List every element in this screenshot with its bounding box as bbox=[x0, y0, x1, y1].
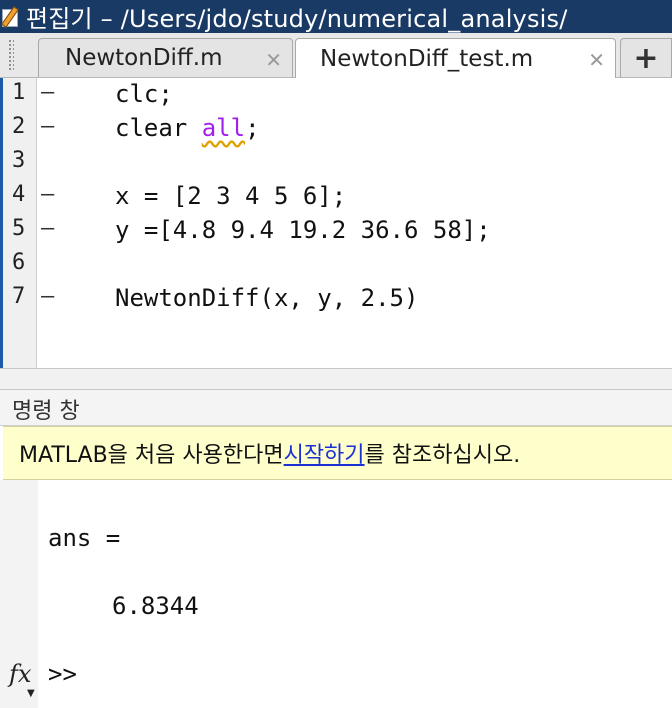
code-line[interactable]: 7 – NewtonDiff(x, y, 2.5) bbox=[3, 284, 672, 318]
code-text: clc; bbox=[115, 80, 173, 108]
window-title-bar: 편집기 – /Users/jdo/study/numerical_analysi… bbox=[0, 0, 672, 33]
breakpoint-marker[interactable]: – bbox=[41, 216, 54, 241]
code-line[interactable]: 5 – y =[4.8 9.4 19.2 36.6 58]; bbox=[3, 216, 672, 250]
line-number: 1 bbox=[12, 80, 26, 105]
code-line[interactable]: 2 – clear all; bbox=[3, 114, 672, 148]
panel-splitter[interactable] bbox=[0, 368, 672, 390]
line-number: 5 bbox=[12, 216, 26, 241]
line-number: 3 bbox=[12, 148, 26, 173]
tab-newtondiff-test[interactable]: NewtonDiff_test.m ✕ bbox=[295, 38, 616, 78]
line-number: 7 bbox=[12, 284, 26, 309]
window-title: 편집기 – /Users/jdo/study/numerical_analysi… bbox=[26, 5, 568, 33]
code-line[interactable]: 4 – x = [2 3 4 5 6]; bbox=[3, 182, 672, 216]
command-window-header: 명령 창 bbox=[0, 390, 672, 426]
ans-label: ans = bbox=[48, 524, 121, 552]
notice-text: 를 참조하십시오. bbox=[364, 443, 521, 468]
code-editor[interactable]: 1 – clc; 2 – clear all; 3 4 – x = [2 3 4… bbox=[0, 78, 672, 368]
command-prompt[interactable]: >> bbox=[48, 660, 77, 688]
getting-started-notice: MATLAB을 처음 사용한다면 시작하기 를 참조하십시오. bbox=[3, 426, 672, 480]
chevron-down-icon[interactable]: ▼ bbox=[27, 688, 35, 699]
line-number: 4 bbox=[12, 182, 26, 207]
getting-started-link[interactable]: 시작하기 bbox=[284, 437, 365, 469]
drag-gripper-icon[interactable] bbox=[8, 39, 14, 71]
code-token: clear bbox=[115, 114, 202, 142]
code-line[interactable]: 3 bbox=[3, 148, 672, 182]
code-text: y =[4.8 9.4 19.2 36.6 58]; bbox=[115, 216, 491, 244]
command-window-body[interactable] bbox=[0, 480, 672, 708]
close-tab-icon[interactable]: ✕ bbox=[588, 48, 605, 72]
editor-tab-strip: NewtonDiff.m ✕ NewtonDiff_test.m ✕ + bbox=[0, 33, 672, 78]
code-line[interactable]: 6 bbox=[3, 250, 672, 284]
tab-label: NewtonDiff.m bbox=[65, 45, 223, 71]
tab-newtondiff[interactable]: NewtonDiff.m ✕ bbox=[38, 38, 293, 77]
command-window-title: 명령 창 bbox=[12, 399, 80, 424]
code-text: x = [2 3 4 5 6]; bbox=[115, 182, 347, 210]
function-browser-icon[interactable]: fx bbox=[9, 660, 31, 688]
code-text: clear all; bbox=[115, 114, 260, 142]
ans-value: 6.8344 bbox=[112, 592, 199, 620]
code-text: NewtonDiff(x, y, 2.5) bbox=[115, 284, 419, 312]
code-token: ; bbox=[245, 114, 260, 142]
breakpoint-marker[interactable]: – bbox=[41, 182, 54, 207]
breakpoint-marker[interactable]: – bbox=[41, 284, 54, 309]
tab-label: NewtonDiff_test.m bbox=[320, 45, 534, 72]
notice-text: MATLAB을 처음 사용한다면 bbox=[19, 443, 284, 468]
line-number: 2 bbox=[12, 114, 26, 139]
code-warning-token[interactable]: all bbox=[202, 114, 245, 142]
line-number: 6 bbox=[12, 250, 26, 275]
breakpoint-marker[interactable]: – bbox=[41, 114, 54, 139]
add-tab-button[interactable]: + bbox=[620, 38, 672, 77]
editor-icon bbox=[1, 5, 20, 28]
close-tab-icon[interactable]: ✕ bbox=[265, 48, 282, 72]
breakpoint-marker[interactable]: – bbox=[41, 80, 54, 105]
code-line[interactable]: 1 – clc; bbox=[3, 80, 672, 114]
